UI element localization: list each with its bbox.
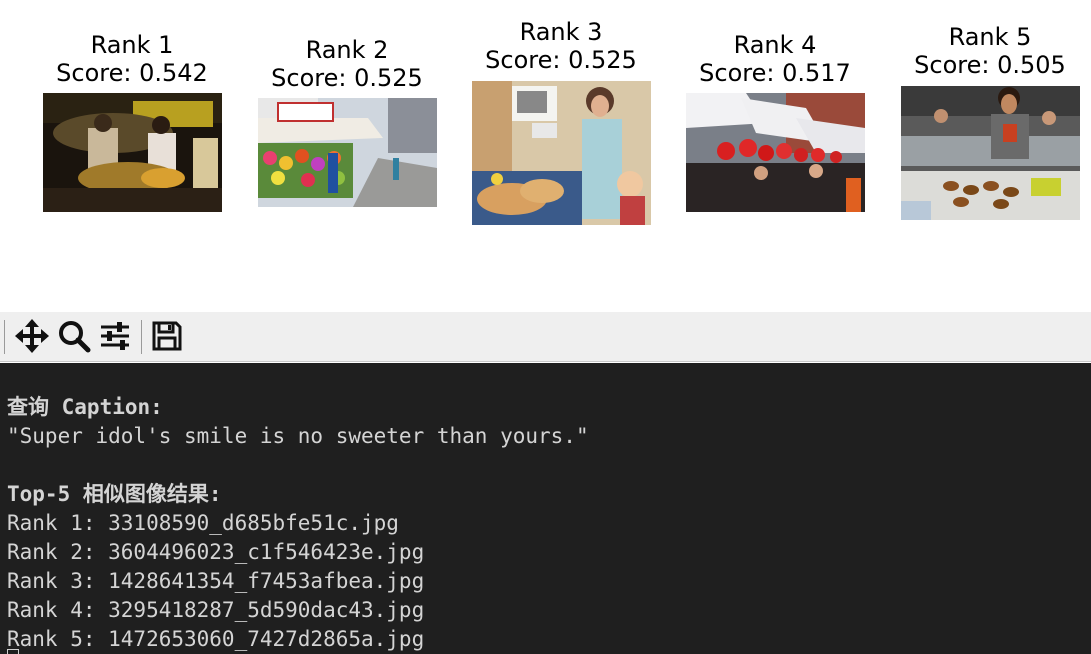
panel-2-rank: Rank 2 bbox=[305, 36, 389, 64]
panel-1-rank: Rank 1 bbox=[90, 31, 174, 59]
matplotlib-toolbar bbox=[0, 312, 1091, 362]
panel-3-title: Rank 3 Score: 0.525 bbox=[441, 18, 681, 74]
result-line-2: Rank 2: 3604496023_c1f546423e.jpg bbox=[7, 540, 425, 564]
matplotlib-figure: Rank 1 Score: 0.542 Rank 2 Score: 0.525 bbox=[0, 0, 1091, 312]
result-line-1: Rank 1: 33108590_d685bfe51c.jpg bbox=[7, 511, 399, 535]
panel-4-title: Rank 4 Score: 0.517 bbox=[655, 31, 895, 87]
toolbar-separator bbox=[141, 320, 142, 354]
result-line-3: Rank 3: 1428641354_f7453afbea.jpg bbox=[7, 569, 425, 593]
zoom-button[interactable] bbox=[55, 320, 93, 356]
query-label: 查询 Caption: bbox=[7, 395, 163, 419]
night-market-food-stall-photo bbox=[43, 93, 222, 212]
save-button[interactable] bbox=[148, 320, 186, 356]
panel-3-rank: Rank 3 bbox=[519, 18, 603, 46]
lantern-street-market-photo bbox=[686, 93, 865, 212]
zoom-magnifier-icon bbox=[57, 319, 91, 357]
terminal-output: 查询 Caption: "Super idol's smile is no sw… bbox=[0, 363, 1091, 654]
result-line-4: Rank 4: 3295418287_5d590dac43.jpg bbox=[7, 598, 425, 622]
panel-5-score: Score: 0.505 bbox=[914, 51, 1066, 79]
configure-subplots-button[interactable] bbox=[96, 320, 134, 356]
panel-3-score: Score: 0.525 bbox=[485, 46, 637, 74]
subplot-sliders-icon bbox=[98, 319, 132, 357]
panel-2-score: Score: 0.525 bbox=[271, 64, 423, 92]
save-floppy-icon bbox=[150, 319, 184, 357]
chef-plating-dishes-photo bbox=[901, 86, 1080, 220]
query-text: "Super idol's smile is no sweeter than y… bbox=[7, 424, 589, 448]
panel-5-title: Rank 5 Score: 0.505 bbox=[870, 23, 1091, 79]
panel-1-score: Score: 0.542 bbox=[56, 59, 208, 87]
panel-4-score: Score: 0.517 bbox=[699, 59, 851, 87]
street-flower-fruit-stand-photo bbox=[258, 98, 437, 207]
kitchen-woman-child-photo bbox=[472, 81, 651, 225]
pan-move-icon bbox=[15, 319, 49, 357]
toolbar-separator bbox=[4, 320, 5, 354]
panel-4-rank: Rank 4 bbox=[733, 31, 817, 59]
panel-2-title: Rank 2 Score: 0.525 bbox=[227, 36, 467, 92]
terminal-cursor bbox=[7, 649, 19, 654]
result-line-5: Rank 5: 1472653060_7427d2865a.jpg bbox=[7, 627, 425, 651]
panel-1-title: Rank 1 Score: 0.542 bbox=[12, 31, 252, 87]
pan-button[interactable] bbox=[13, 319, 51, 357]
results-label: Top-5 相似图像结果: bbox=[7, 482, 222, 506]
panel-5-rank: Rank 5 bbox=[948, 23, 1032, 51]
